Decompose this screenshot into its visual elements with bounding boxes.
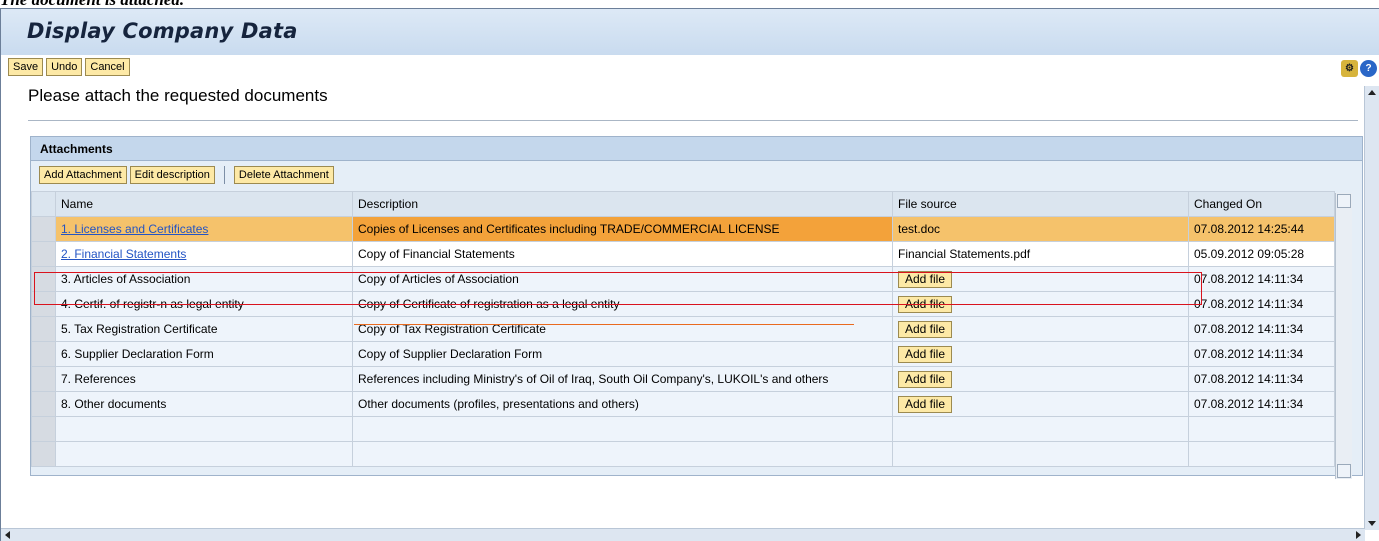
file-source-cell: Add file	[892, 341, 1189, 367]
sap-window: Display Company Data Save Undo Cancel ⚙ …	[0, 8, 1379, 541]
file-source-cell: Add file	[892, 266, 1189, 292]
row-selector[interactable]	[31, 266, 56, 292]
description-cell: Copy of Articles of Association	[352, 266, 893, 292]
table-row[interactable]: 6. Supplier Declaration Form Copy of Sup…	[31, 341, 1335, 367]
add-file-button[interactable]: Add file	[898, 270, 953, 288]
attachments-title: Attachments	[31, 137, 1362, 161]
name-cell: 2. Financial Statements	[55, 241, 353, 267]
scroll-up-button[interactable]	[1337, 194, 1351, 208]
save-button[interactable]: Save	[8, 58, 44, 76]
changed-on-cell: 07.08.2012 14:11:34	[1188, 316, 1335, 342]
row-selector[interactable]	[31, 316, 56, 342]
name-cell: 3. Articles of Association	[55, 266, 353, 292]
toolbar-separator	[223, 166, 225, 184]
delete-attachment-button[interactable]: Delete Attachment	[233, 166, 334, 184]
scroll-up-arrow-icon[interactable]	[1368, 90, 1376, 95]
changed-on-cell: 07.08.2012 14:25:44	[1188, 216, 1335, 242]
column-header-file-source[interactable]: File source	[892, 191, 1189, 217]
help-icon[interactable]: ?	[1360, 60, 1377, 77]
add-file-button[interactable]: Add file	[898, 320, 953, 338]
attachments-toolbar: Add Attachment Edit description Delete A…	[39, 166, 334, 184]
table-row[interactable]: 4. Certif. of registr-n as legal entity …	[31, 291, 1335, 317]
empty-row	[31, 416, 1335, 442]
row-selector[interactable]	[31, 416, 56, 442]
row-selector[interactable]	[31, 291, 56, 317]
description-cell: Copy of Tax Registration Certificate	[352, 316, 893, 342]
undo-button[interactable]: Undo	[46, 58, 83, 76]
description-cell: Copy of Certificate of registration as a…	[352, 291, 893, 317]
page-vertical-scrollbar[interactable]	[1364, 86, 1379, 530]
scroll-down-arrow-icon[interactable]	[1368, 521, 1376, 526]
select-all-cell[interactable]	[31, 191, 56, 217]
name-cell: 8. Other documents	[55, 391, 353, 417]
name-cell: 6. Supplier Declaration Form	[55, 341, 353, 367]
changed-on-cell: 07.08.2012 14:11:34	[1188, 341, 1335, 367]
title-bar: Display Company Data	[1, 9, 1379, 55]
scroll-right-arrow-icon[interactable]	[1356, 531, 1361, 539]
add-file-button[interactable]: Add file	[898, 370, 953, 388]
table-scrollbar[interactable]	[1335, 193, 1352, 479]
table-row[interactable]: 1. Licenses and Certificates Copies of L…	[31, 216, 1335, 242]
table-row[interactable]: 8. Other documents Other documents (prof…	[31, 391, 1335, 417]
add-file-button[interactable]: Add file	[898, 295, 953, 313]
attachments-panel: Attachments Add Attachment Edit descript…	[30, 136, 1363, 479]
page-heading: Please attach the requested documents	[28, 86, 328, 105]
changed-on-cell: 07.08.2012 14:11:34	[1188, 366, 1335, 392]
add-file-button[interactable]: Add file	[898, 345, 953, 363]
empty-row	[31, 441, 1335, 467]
file-source-cell: Financial Statements.pdf	[892, 241, 1189, 267]
description-cell: Other documents (profiles, presentations…	[352, 391, 893, 417]
description-cell: Copy of Supplier Declaration Form	[352, 341, 893, 367]
name-cell: 4. Certif. of registr-n as legal entity	[55, 291, 353, 317]
changed-on-cell: 07.08.2012 14:11:34	[1188, 391, 1335, 417]
page-content: Please attach the requested documents At…	[8, 78, 1365, 528]
row-selector[interactable]	[31, 391, 56, 417]
column-header-description[interactable]: Description	[352, 191, 893, 217]
attachment-name-link[interactable]: 1. Licenses and Certificates	[61, 222, 208, 236]
row-selector[interactable]	[31, 216, 56, 242]
file-source-cell: Add file	[892, 366, 1189, 392]
attachments-grid: Name Description File source Changed On …	[31, 191, 1352, 479]
changed-on-cell: 07.08.2012 14:11:34	[1188, 266, 1335, 292]
app-title: Display Company Data	[27, 19, 298, 43]
heading-divider	[28, 120, 1358, 121]
main-toolbar: Save Undo Cancel	[8, 58, 130, 76]
name-cell: 1. Licenses and Certificates	[55, 216, 353, 242]
table-row[interactable]: 5. Tax Registration Certificate Copy of …	[31, 316, 1335, 342]
row-selector[interactable]	[31, 241, 56, 267]
add-file-button[interactable]: Add file	[898, 395, 953, 413]
help-icons: ⚙ ?	[1341, 60, 1377, 77]
table-row[interactable]: 2. Financial Statements Copy of Financia…	[31, 241, 1335, 267]
edit-description-button[interactable]: Edit description	[129, 166, 215, 184]
add-attachment-button[interactable]: Add Attachment	[39, 166, 127, 184]
file-source-cell: Add file	[892, 391, 1189, 417]
cancel-button[interactable]: Cancel	[85, 58, 130, 76]
highlight-underline	[354, 324, 854, 325]
personalize-icon[interactable]: ⚙	[1341, 60, 1358, 77]
scroll-left-arrow-icon[interactable]	[5, 531, 10, 539]
table-row[interactable]: 7. References References including Minis…	[31, 366, 1335, 392]
file-source-cell: Add file	[892, 316, 1189, 342]
scroll-down-button[interactable]	[1337, 464, 1351, 478]
row-selector[interactable]	[31, 366, 56, 392]
description-cell: Copy of Financial Statements	[352, 241, 893, 267]
column-header-name[interactable]: Name	[55, 191, 353, 217]
column-header-changed-on[interactable]: Changed On	[1188, 191, 1335, 217]
description-cell: References including Ministry's of Oil o…	[352, 366, 893, 392]
changed-on-cell: 07.08.2012 14:11:34	[1188, 291, 1335, 317]
row-selector[interactable]	[31, 341, 56, 367]
attachment-name-link[interactable]: 2. Financial Statements	[61, 247, 186, 261]
attachments-table: Name Description File source Changed On …	[31, 191, 1335, 467]
page-horizontal-scrollbar[interactable]	[1, 528, 1365, 541]
table-row[interactable]: 3. Articles of Association Copy of Artic…	[31, 266, 1335, 292]
name-cell: 5. Tax Registration Certificate	[55, 316, 353, 342]
description-cell: Copies of Licenses and Certificates incl…	[352, 216, 893, 242]
caption: The document is attached.	[0, 0, 184, 8]
row-selector[interactable]	[31, 441, 56, 467]
name-cell: 7. References	[55, 366, 353, 392]
changed-on-cell: 05.09.2012 09:05:28	[1188, 241, 1335, 267]
file-source-cell: Add file	[892, 291, 1189, 317]
table-header-row: Name Description File source Changed On	[31, 191, 1335, 217]
file-source-cell: test.doc	[892, 216, 1189, 242]
